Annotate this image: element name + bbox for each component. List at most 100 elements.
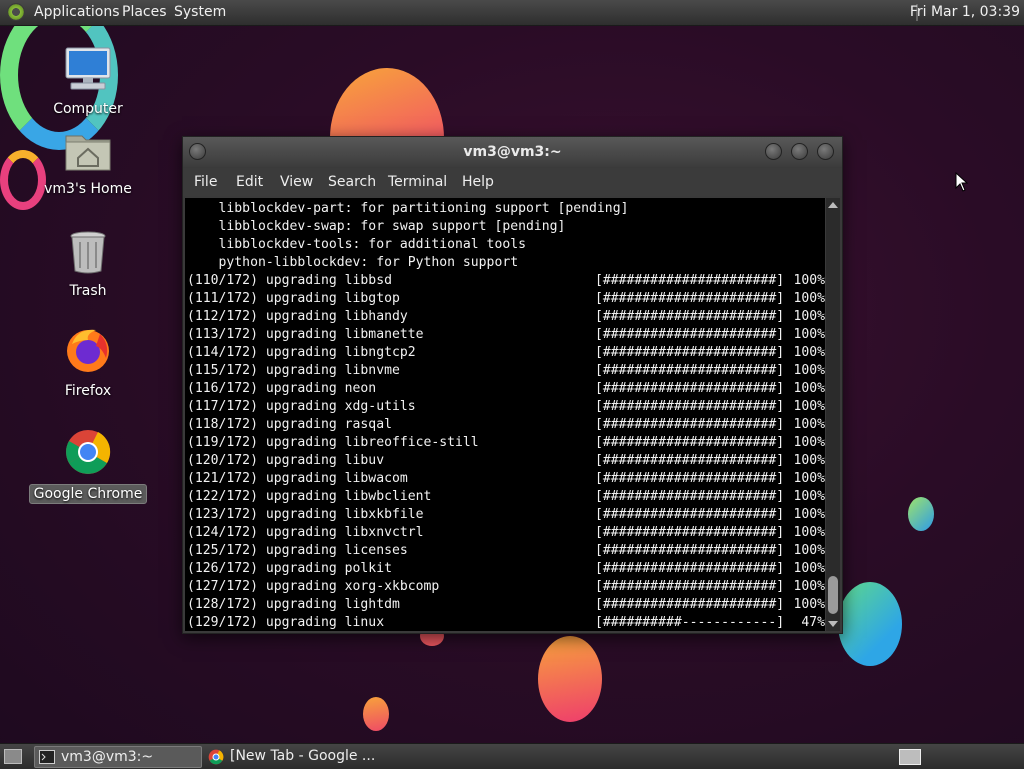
desktop-icon-label: Firefox bbox=[64, 383, 112, 399]
menu-logo-icon[interactable] bbox=[7, 3, 25, 21]
desktop-icon-computer[interactable]: Computer bbox=[28, 46, 148, 118]
wallpaper-small-blob bbox=[363, 697, 389, 731]
terminal-line: (126/172) upgrading polkit [#############… bbox=[187, 560, 825, 578]
menu-file[interactable]: File bbox=[194, 174, 217, 190]
show-desktop-icon[interactable] bbox=[4, 749, 22, 764]
terminal-line-text: (126/172) upgrading polkit bbox=[187, 561, 392, 576]
progress-percent: 100% bbox=[793, 435, 825, 450]
applications-menu[interactable]: Applications bbox=[34, 4, 120, 20]
progress-percent: 100% bbox=[793, 327, 825, 342]
progress-percent: 100% bbox=[793, 417, 825, 432]
system-menu[interactable]: System bbox=[174, 4, 226, 20]
terminal-line-text: (128/172) upgrading lightdm bbox=[187, 597, 400, 612]
terminal-line-text: (121/172) upgrading libwacom bbox=[187, 471, 408, 486]
terminal-window[interactable]: vm3@vm3:~ File Edit View Search Terminal… bbox=[182, 136, 843, 634]
progress-bar-text: [######################] bbox=[595, 597, 785, 612]
terminal-line: (129/172) upgrading linux [##########----… bbox=[187, 614, 825, 631]
terminal-line: (111/172) upgrading libgtop [############… bbox=[187, 290, 825, 308]
terminal-line: (116/172) upgrading neon [###############… bbox=[187, 380, 825, 398]
progress-percent: 100% bbox=[793, 561, 825, 576]
terminal-line-text: libblockdev-swap: for swap support [pend… bbox=[187, 219, 566, 234]
terminal-icon bbox=[39, 750, 55, 764]
terminal-scrollbar[interactable] bbox=[826, 198, 840, 631]
progress-percent: 100% bbox=[793, 309, 825, 324]
terminal-line-text: (111/172) upgrading libgtop bbox=[187, 291, 400, 306]
terminal-line: (113/172) upgrading libmanette [#########… bbox=[187, 326, 825, 344]
window-title: vm3@vm3:~ bbox=[463, 144, 562, 160]
progress-percent: 100% bbox=[793, 453, 825, 468]
terminal-line: (128/172) upgrading lightdm [############… bbox=[187, 596, 825, 614]
desktop-icon-home[interactable]: vm3's Home bbox=[28, 128, 148, 198]
desktop-icon-label: Google Chrome bbox=[28, 484, 148, 504]
progress-percent: 100% bbox=[793, 399, 825, 414]
terminal-line: (121/172) upgrading libwacom [###########… bbox=[187, 470, 825, 488]
window-titlebar[interactable]: vm3@vm3:~ bbox=[183, 137, 842, 167]
desktop-icon-firefox[interactable]: Firefox bbox=[28, 326, 148, 400]
progress-bar-text: [######################] bbox=[595, 363, 785, 378]
taskbar-item-chrome[interactable]: [New Tab - Google ... bbox=[204, 746, 376, 766]
terminal-line-text: (125/172) upgrading licenses bbox=[187, 543, 408, 558]
taskbar-item-label: [New Tab - Google ... bbox=[230, 748, 376, 764]
terminal-line-text: (116/172) upgrading neon bbox=[187, 381, 377, 396]
terminal-line-text: (112/172) upgrading libhandy bbox=[187, 309, 408, 324]
chrome-icon bbox=[208, 749, 224, 765]
progress-percent: 100% bbox=[793, 345, 825, 360]
taskbar-item-terminal[interactable]: vm3@vm3:~ bbox=[34, 746, 202, 768]
terminal-line: (127/172) upgrading xorg-xkbcomp [#######… bbox=[187, 578, 825, 596]
terminal-line-text: (129/172) upgrading linux bbox=[187, 615, 385, 630]
places-menu[interactable]: Places bbox=[122, 4, 167, 20]
terminal-line-text: libblockdev-tools: for additional tools bbox=[187, 237, 526, 252]
terminal-line: (122/172) upgrading libwbclient [########… bbox=[187, 488, 825, 506]
menu-search[interactable]: Search bbox=[328, 174, 376, 190]
progress-bar-text: [######################] bbox=[595, 489, 785, 504]
terminal-line: (118/172) upgrading rasqal [#############… bbox=[187, 416, 825, 434]
progress-bar-text: [######################] bbox=[595, 291, 785, 306]
terminal-line: (123/172) upgrading libxkbfile [#########… bbox=[187, 506, 825, 524]
terminal-line: python-libblockdev: for Python support bbox=[187, 254, 519, 272]
trash-icon bbox=[70, 231, 106, 274]
menu-terminal[interactable]: Terminal bbox=[388, 174, 447, 190]
progress-bar-text: [######################] bbox=[595, 417, 785, 432]
minimize-button[interactable] bbox=[765, 143, 782, 160]
terminal-line: (124/172) upgrading libxnvctrl [#########… bbox=[187, 524, 825, 542]
menu-help[interactable]: Help bbox=[462, 174, 494, 190]
terminal-line-text: (110/172) upgrading libbsd bbox=[187, 273, 392, 288]
terminal-line: (120/172) upgrading libuv [##############… bbox=[187, 452, 825, 470]
menu-edit[interactable]: Edit bbox=[236, 174, 263, 190]
desktop-icon-trash[interactable]: Trash bbox=[28, 230, 148, 300]
terminal-output[interactable]: libblockdev-part: for partitioning suppo… bbox=[185, 198, 825, 631]
terminal-line: (115/172) upgrading libnvme [############… bbox=[187, 362, 825, 380]
scrollbar-thumb[interactable] bbox=[828, 576, 838, 614]
scroll-down-arrow-icon[interactable] bbox=[828, 621, 838, 627]
taskbar-item-label: vm3@vm3:~ bbox=[61, 749, 154, 765]
progress-bar-text: [######################] bbox=[595, 327, 785, 342]
progress-bar-text: [######################] bbox=[595, 507, 785, 522]
terminal-line: (114/172) upgrading libngtcp2 [##########… bbox=[187, 344, 825, 362]
progress-percent: 100% bbox=[793, 381, 825, 396]
workspace-switcher[interactable] bbox=[899, 749, 921, 765]
top-panel: Applications Places System Fri Mar 1, 03… bbox=[0, 0, 1024, 26]
terminal-line-text: libblockdev-part: for partitioning suppo… bbox=[187, 201, 629, 216]
terminal-line: libblockdev-part: for partitioning suppo… bbox=[187, 200, 629, 218]
progress-percent: 100% bbox=[793, 507, 825, 522]
maximize-button[interactable] bbox=[791, 143, 808, 160]
progress-bar-text: [######################] bbox=[595, 273, 785, 288]
scroll-up-arrow-icon[interactable] bbox=[828, 202, 838, 208]
menu-view[interactable]: View bbox=[280, 174, 313, 190]
desktop-icon-google-chrome[interactable]: Google Chrome bbox=[28, 428, 148, 504]
terminal-line-text: (122/172) upgrading libwbclient bbox=[187, 489, 432, 504]
clock[interactable]: Fri Mar 1, 03:39 bbox=[910, 4, 1020, 20]
progress-bar-text: [######################] bbox=[595, 345, 785, 360]
terminal-line: (125/172) upgrading licenses [###########… bbox=[187, 542, 825, 560]
progress-bar-text: [######################] bbox=[595, 399, 785, 414]
progress-percent: 100% bbox=[793, 597, 825, 612]
firefox-icon bbox=[67, 329, 109, 372]
terminal-line: (110/172) upgrading libbsd [#############… bbox=[187, 272, 825, 290]
terminal-line: (117/172) upgrading xdg-utils [##########… bbox=[187, 398, 825, 416]
wallpaper-orange-blob-bottom bbox=[538, 636, 602, 722]
terminal-line: libblockdev-swap: for swap support [pend… bbox=[187, 218, 566, 236]
progress-percent: 100% bbox=[793, 525, 825, 540]
close-button[interactable] bbox=[817, 143, 834, 160]
progress-percent: 47% bbox=[801, 615, 825, 630]
terminal-line: (119/172) upgrading libreoffice-still [##… bbox=[187, 434, 825, 452]
